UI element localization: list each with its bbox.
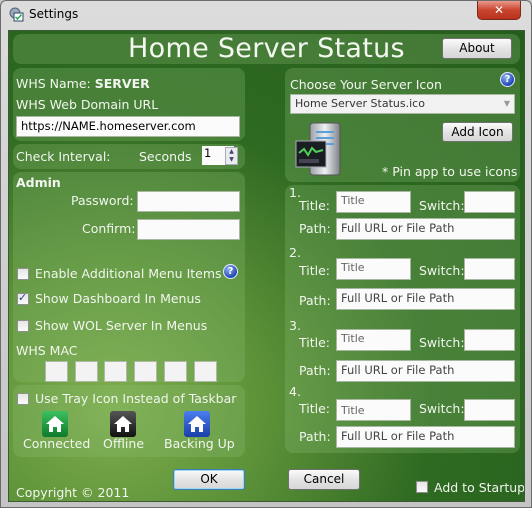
house-black-icon <box>110 411 136 437</box>
spin-up-icon[interactable]: ▲ <box>226 148 237 156</box>
connected-label: Connected <box>23 436 91 451</box>
add-icon-button[interactable]: Add Icon <box>442 122 513 142</box>
shortcut-3-number: 3. <box>289 318 301 333</box>
about-button[interactable]: About <box>442 38 512 59</box>
mac-octet-4[interactable] <box>134 361 157 382</box>
shortcut-3-title-input[interactable]: Title <box>336 329 411 351</box>
house-blue-icon <box>184 411 210 437</box>
whs-name-caption: WHS Name: <box>16 76 91 91</box>
mac-octet-3[interactable] <box>104 361 127 382</box>
confirm-label: Confirm: <box>82 221 136 236</box>
shortcut-1-switch-label: Switch: <box>419 198 465 213</box>
choose-icon-heading: Choose Your Server Icon <box>290 77 442 92</box>
client-area: Home Server Status About WHS Name: SERVE… <box>8 30 525 502</box>
shortcut-1-title-label: Title: <box>299 198 330 213</box>
show-dashboard-checkbox[interactable] <box>17 291 29 305</box>
shortcut-2-switch-input[interactable] <box>464 258 515 280</box>
shortcut-4-path-label: Path: <box>299 429 331 444</box>
show-wol-label: Show WOL Server In Menus <box>35 318 208 333</box>
ok-button[interactable]: OK <box>173 469 245 490</box>
cancel-button[interactable]: Cancel <box>288 469 360 490</box>
use-tray-icon-checkbox[interactable] <box>17 393 29 405</box>
house-green-icon <box>42 411 68 437</box>
use-tray-icon-label: Use Tray Icon Instead of Taskbar <box>35 391 237 406</box>
shortcut-1-path-label: Path: <box>299 221 331 236</box>
help-icon[interactable]: ? <box>223 264 238 279</box>
enable-menu-items-label: Enable Additional Menu Items <box>35 266 222 281</box>
password-label: Password: <box>71 193 134 208</box>
shortcut-4-switch-input[interactable] <box>464 399 515 421</box>
settings-window: Settings ✕ Home Server Status About WHS … <box>0 0 532 508</box>
shortcut-2-title-label: Title: <box>299 263 330 278</box>
shortcut-4-number: 4. <box>289 384 301 399</box>
check-interval-label: Check Interval: <box>16 149 111 164</box>
title-bar[interactable]: Settings ✕ <box>1 1 531 29</box>
copyright-text: Copyright © 2011 <box>16 485 130 500</box>
show-dashboard-label: Show Dashboard In Menus <box>35 291 201 306</box>
whs-name-value: SERVER <box>94 76 150 91</box>
shortcut-3-path-input[interactable]: Full URL or File Path <box>336 360 515 382</box>
show-wol-checkbox[interactable] <box>17 320 29 332</box>
enable-menu-items-checkbox[interactable] <box>17 268 29 280</box>
pin-app-note: * Pin app to use icons <box>382 164 518 179</box>
shortcut-4-title-input[interactable]: Title <box>336 399 411 421</box>
shortcut-2-path-label: Path: <box>299 293 331 308</box>
domain-url-input[interactable]: https://NAME.homeserver.com <box>16 116 240 137</box>
mac-octet-2[interactable] <box>75 361 98 382</box>
close-x-icon: ✕ <box>493 3 505 17</box>
admin-heading: Admin <box>16 175 61 190</box>
server-monitor-icon <box>295 122 341 176</box>
domain-url-label: WHS Web Domain URL <box>16 97 159 112</box>
shortcut-3-switch-label: Switch: <box>419 335 465 350</box>
mac-octet-1[interactable] <box>45 361 68 382</box>
add-to-startup-label: Add to Startup <box>434 480 525 495</box>
offline-label: Offline <box>103 436 145 451</box>
add-to-startup-checkbox[interactable] <box>416 481 428 493</box>
selected-icon-value: Home Server Status.ico <box>295 97 425 110</box>
shortcut-4-title-label: Title: <box>299 401 330 416</box>
chevron-down-icon: ▼ <box>503 99 510 108</box>
whs-mac-label: WHS MAC <box>16 343 78 358</box>
whs-name-label: WHS Name: SERVER <box>16 76 150 91</box>
shortcut-2-number: 2. <box>289 245 301 260</box>
seconds-label: Seconds <box>139 149 192 164</box>
help-glyph: ? <box>227 266 234 277</box>
shortcut-2-title-input[interactable]: Title <box>336 258 411 280</box>
shortcut-3-switch-input[interactable] <box>464 329 515 351</box>
confirm-input[interactable] <box>137 219 240 240</box>
icon-help-icon[interactable]: ? <box>500 72 515 87</box>
shortcut-1-path-input[interactable]: Full URL or File Path <box>336 218 515 240</box>
settings-app-icon <box>9 7 24 22</box>
mac-octet-6[interactable] <box>194 361 217 382</box>
close-button[interactable]: ✕ <box>477 1 521 20</box>
shortcut-1-switch-input[interactable] <box>464 191 515 213</box>
spin-down-icon[interactable]: ▼ <box>226 156 237 164</box>
shortcut-2-switch-label: Switch: <box>419 263 465 278</box>
shortcut-2-path-input[interactable]: Full URL or File Path <box>336 288 515 310</box>
shortcut-4-switch-label: Switch: <box>419 401 465 416</box>
server-icon-select[interactable]: Home Server Status.ico ▼ <box>290 94 515 114</box>
shortcut-4-path-input[interactable]: Full URL or File Path <box>336 426 515 448</box>
icon-help-glyph: ? <box>504 74 511 85</box>
shortcut-3-path-label: Path: <box>299 363 331 378</box>
window-title: Settings <box>29 7 79 21</box>
interval-spinner[interactable]: ▲ ▼ <box>225 147 238 165</box>
mac-octet-5[interactable] <box>164 361 187 382</box>
shortcut-3-title-label: Title: <box>299 335 330 350</box>
password-input[interactable] <box>137 191 240 212</box>
shortcut-1-title-input[interactable]: Title <box>336 191 411 213</box>
backing-up-label: Backing Up <box>164 436 235 451</box>
